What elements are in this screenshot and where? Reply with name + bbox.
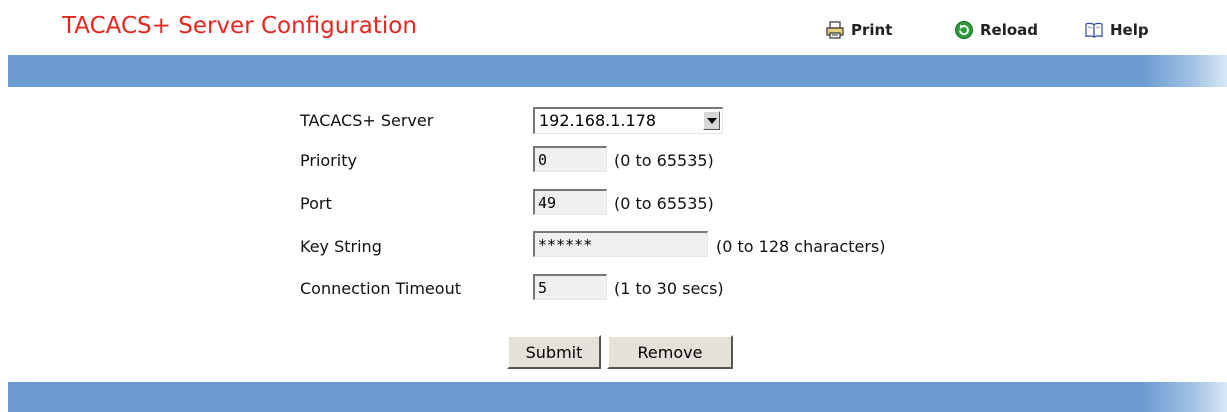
key-string-hint: (0 to 128 characters) xyxy=(716,237,886,256)
key-string-label: Key String xyxy=(300,237,382,256)
port-hint: (0 to 65535) xyxy=(614,194,714,213)
chevron-down-icon[interactable] xyxy=(703,111,720,130)
timeout-input[interactable]: 5 xyxy=(533,274,607,300)
priority-hint: (0 to 65535) xyxy=(614,151,714,170)
submit-button[interactable]: Submit xyxy=(507,335,601,369)
server-select-value: 192.168.1.178 xyxy=(539,111,657,130)
timeout-label: Connection Timeout xyxy=(300,279,461,298)
remove-button[interactable]: Remove xyxy=(607,335,733,369)
server-config-form: TACACS+ Server 192.168.1.178 Priority 0 … xyxy=(0,0,1227,412)
server-select[interactable]: 192.168.1.178 xyxy=(533,107,723,134)
timeout-hint: (1 to 30 secs) xyxy=(614,279,724,298)
server-label: TACACS+ Server xyxy=(300,111,434,130)
port-label: Port xyxy=(300,194,332,213)
port-input[interactable]: 49 xyxy=(533,189,607,215)
priority-label: Priority xyxy=(300,151,357,170)
key-string-input[interactable]: ****** xyxy=(533,231,708,257)
footer-band xyxy=(8,382,1227,412)
priority-input[interactable]: 0 xyxy=(533,146,607,172)
